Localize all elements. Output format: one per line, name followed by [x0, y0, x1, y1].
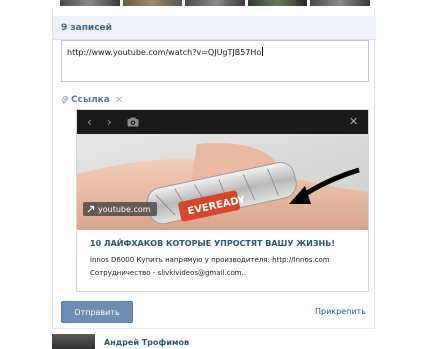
post-divider — [52, 328, 375, 329]
link-icon — [87, 205, 95, 213]
photo-thumbnail[interactable] — [185, 0, 245, 6]
attach-button[interactable]: Прикрепить — [315, 307, 366, 316]
close-icon[interactable]: ✕ — [349, 116, 360, 127]
photo-thumbnail-strip — [60, 0, 370, 6]
preview-title[interactable]: 10 ЛАЙФХАКОВ КОТОРЫЕ УПРОСТЯТ ВАШУ ЖИЗНЬ… — [90, 239, 335, 248]
preview-description: innos D6000 Купить напрямую у производит… — [90, 254, 366, 280]
preview-description-line: innos D6000 Купить напрямую у производит… — [90, 256, 330, 264]
source-badge: youtube.com — [83, 202, 157, 216]
wall-post-composer: 9 записей http://www.youtube.com/watch?v… — [52, 8, 376, 328]
records-count[interactable]: 9 записей — [61, 23, 112, 33]
photo-thumbnail[interactable] — [60, 0, 120, 6]
wall-header: 9 записей — [53, 16, 376, 40]
link-preview: ‹ › ✕ EVEREADY youtube.com 10 ЛАЙФХАКОВ … — [76, 109, 369, 292]
post-input[interactable]: http://www.youtube.com/watch?v=QJUgTJB57… — [61, 40, 369, 82]
photo-thumbnail[interactable] — [122, 0, 183, 6]
post-input-value: http://www.youtube.com/watch?v=QJUgTJB57… — [67, 48, 262, 57]
chevron-right-icon[interactable]: › — [107, 116, 119, 128]
attachment-type-label: Ссылка — [71, 95, 110, 105]
avatar[interactable] — [52, 334, 95, 349]
photo-thumbnail[interactable] — [310, 0, 370, 6]
paperclip-icon — [61, 95, 68, 105]
camera-icon[interactable] — [127, 117, 139, 127]
text-caret — [262, 47, 264, 56]
post-author-name[interactable]: Андрей Трофимов — [104, 338, 189, 347]
chevron-left-icon[interactable]: ‹ — [87, 116, 99, 128]
video-toolbar: ‹ › ✕ — [77, 110, 368, 134]
source-domain: youtube.com — [98, 204, 151, 214]
close-icon[interactable]: ✕ — [115, 95, 124, 105]
photo-thumbnail[interactable] — [247, 0, 308, 6]
attachment-header: Ссылка ✕ — [61, 94, 124, 106]
preview-description-line: Сотрудничество - slivkivideos@gmail.com.… — [90, 269, 247, 277]
send-button[interactable]: Отправить — [61, 301, 133, 323]
video-thumbnail[interactable]: ‹ › ✕ EVEREADY youtube.com — [77, 110, 368, 230]
